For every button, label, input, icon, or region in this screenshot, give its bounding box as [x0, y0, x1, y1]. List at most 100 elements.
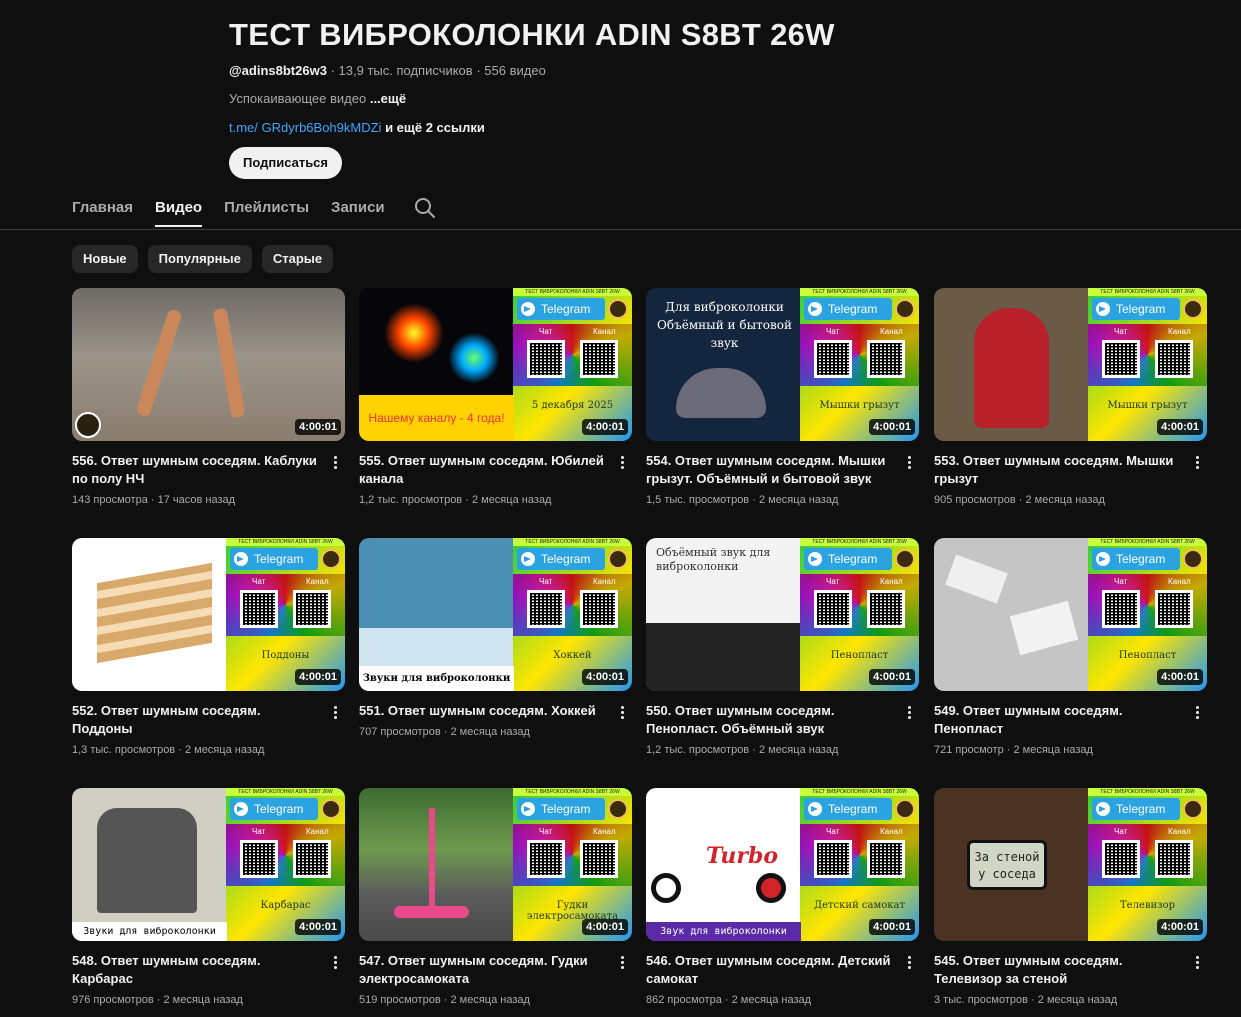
- more-actions-icon[interactable]: [614, 704, 630, 724]
- duration-badge: 4:00:01: [1157, 669, 1203, 685]
- video-title[interactable]: 551. Ответ шумным соседям. Хоккей: [359, 702, 632, 720]
- channel-logo-icon: [895, 799, 915, 819]
- video-title[interactable]: 556. Ответ шумным соседям. Каблуки по по…: [72, 452, 345, 488]
- qr-code-icon: [580, 340, 618, 378]
- video-thumbnail[interactable]: За стеной у соседа ТЕСТ ВИБРОКОЛОНКИ ADI…: [934, 788, 1207, 941]
- chip-popular[interactable]: Популярные: [147, 245, 252, 273]
- upload-age: 17 часов назад: [157, 494, 236, 506]
- video-card[interactable]: Turbo Звук для виброколонки ТЕСТ ВИБРОКО…: [646, 788, 919, 1007]
- video-title[interactable]: 546. Ответ шумным соседям. Детский самок…: [646, 952, 919, 988]
- telegram-badge: Telegram: [517, 548, 605, 570]
- sort-chips: Новые Популярные Старые: [72, 245, 343, 273]
- panel-caption: Карбарас: [260, 900, 311, 911]
- more-actions-icon[interactable]: [327, 704, 343, 724]
- video-thumbnail[interactable]: Звуки для виброколонки ТЕСТ ВИБРОКОЛОНКИ…: [72, 788, 345, 941]
- video-card[interactable]: Нашему каналу - 4 года! ТЕСТ ВИБРОКОЛОНК…: [359, 288, 632, 507]
- more-actions-icon[interactable]: [901, 704, 917, 724]
- video-title[interactable]: 549. Ответ шумным соседям. Пенопласт: [934, 702, 1207, 738]
- video-meta: 1,3 тыс. просмотров · 2 месяца назад: [72, 743, 345, 757]
- telegram-link[interactable]: t.me/ GRdyrb6Boh9kMDZi: [229, 120, 381, 135]
- search-icon[interactable]: [413, 196, 437, 220]
- qr-label-channel: Канал: [880, 327, 903, 336]
- video-card[interactable]: Звуки для виброколонки ТЕСТ ВИБРОКОЛОНКИ…: [72, 788, 345, 1007]
- view-count: 721 просмотр: [934, 744, 1004, 756]
- more-actions-icon[interactable]: [901, 954, 917, 974]
- upload-age: 2 месяца назад: [731, 994, 812, 1006]
- qr-code-icon: [240, 840, 278, 878]
- more-actions-icon[interactable]: [614, 954, 630, 974]
- qr-label-channel: Канал: [593, 327, 616, 336]
- tab-posts[interactable]: Записи: [331, 193, 385, 227]
- more-actions-icon[interactable]: [614, 454, 630, 474]
- panel-banner: ТЕСТ ВИБРОКОЛОНКИ ADIN S8BT 26W: [226, 538, 345, 546]
- video-meta: 976 просмотров · 2 месяца назад: [72, 993, 345, 1007]
- description-more-link[interactable]: ...ещё: [370, 91, 406, 106]
- tab-videos[interactable]: Видео: [155, 193, 203, 227]
- view-count: 519 просмотров: [359, 994, 441, 1006]
- more-links-button[interactable]: и ещё 2 ссылки: [385, 120, 485, 135]
- more-actions-icon[interactable]: [901, 454, 917, 474]
- more-actions-icon[interactable]: [327, 454, 343, 474]
- video-thumbnail[interactable]: ТЕСТ ВИБРОКОЛОНКИ ADIN S8BT 26W Telegram…: [934, 288, 1207, 441]
- duration-badge: 4:00:01: [869, 669, 915, 685]
- qr-label-channel: Канал: [880, 577, 903, 586]
- video-thumbnail[interactable]: Нашему каналу - 4 года! ТЕСТ ВИБРОКОЛОНК…: [359, 288, 632, 441]
- telegram-label: Telegram: [541, 302, 591, 316]
- video-thumbnail[interactable]: ТЕСТ ВИБРОКОЛОНКИ ADIN S8BT 26W Telegram…: [934, 538, 1207, 691]
- subscribe-button[interactable]: Подписаться: [229, 147, 343, 179]
- video-card[interactable]: За стеной у соседа ТЕСТ ВИБРОКОЛОНКИ ADI…: [934, 788, 1207, 1007]
- channel-page: ТЕСТ ВИБРОКОЛОНКИ ADIN S8BT 26W @adins8b…: [0, 0, 1241, 1017]
- upload-age: 2 месяца назад: [1037, 994, 1118, 1006]
- more-actions-icon[interactable]: [1189, 704, 1205, 724]
- telegram-label: Telegram: [254, 552, 304, 566]
- video-card[interactable]: 4:00:01 556. Ответ шумным соседям. Каблу…: [72, 288, 345, 507]
- chip-newest[interactable]: Новые: [72, 245, 138, 273]
- video-title[interactable]: 553. Ответ шумным соседям. Мышки грызут: [934, 452, 1207, 488]
- panel-banner: ТЕСТ ВИБРОКОЛОНКИ ADIN S8BT 26W: [1088, 788, 1207, 796]
- video-title[interactable]: 554. Ответ шумным соседям. Мышки грызут.…: [646, 452, 919, 488]
- upload-age: 2 месяца назад: [758, 494, 839, 506]
- video-thumbnail[interactable]: Turbo Звук для виброколонки ТЕСТ ВИБРОКО…: [646, 788, 919, 941]
- channel-description[interactable]: Успокаивающее видео ...ещё: [229, 90, 1129, 108]
- telegram-badge: Telegram: [517, 798, 605, 820]
- chip-oldest[interactable]: Старые: [261, 245, 334, 273]
- video-card[interactable]: ТЕСТ ВИБРОКОЛОНКИ ADIN S8BT 26W Telegram…: [934, 538, 1207, 757]
- video-thumbnail[interactable]: 4:00:01: [72, 288, 345, 441]
- channel-logo-icon: [895, 299, 915, 319]
- scooter-wheel-shape: [756, 873, 786, 903]
- more-actions-icon[interactable]: [1189, 454, 1205, 474]
- video-title[interactable]: 548. Ответ шумным соседям. Карбарас: [72, 952, 345, 988]
- panel-caption: Хоккей: [553, 650, 592, 661]
- video-thumbnail[interactable]: Для виброколонки Объёмный и бытовой звук…: [646, 288, 919, 441]
- video-title[interactable]: 547. Ответ шумным соседям. Гудки электро…: [359, 952, 632, 988]
- video-card[interactable]: Звуки для виброколонки ТЕСТ ВИБРОКОЛОНКИ…: [359, 538, 632, 739]
- video-card[interactable]: ТЕСТ ВИБРОКОЛОНКИ ADIN S8BT 26W Telegram…: [934, 288, 1207, 507]
- tab-playlists[interactable]: Плейлисты: [224, 193, 309, 227]
- video-thumbnail[interactable]: ТЕСТ ВИБРОКОЛОНКИ ADIN S8BT 26W Telegram…: [359, 788, 632, 941]
- video-thumbnail[interactable]: ТЕСТ ВИБРОКОЛОНКИ ADIN S8BT 26W Telegram…: [72, 538, 345, 691]
- video-card[interactable]: ТЕСТ ВИБРОКОЛОНКИ ADIN S8BT 26W Telegram…: [72, 538, 345, 757]
- qr-label-chat: Чат: [539, 827, 553, 836]
- meta-separator: ·: [465, 494, 469, 506]
- video-thumbnail[interactable]: Звуки для виброколонки ТЕСТ ВИБРОКОЛОНКИ…: [359, 538, 632, 691]
- more-actions-icon[interactable]: [1189, 954, 1205, 974]
- video-title[interactable]: 555. Ответ шумным соседям. Юбилей канала: [359, 452, 632, 488]
- qr-code-icon: [527, 590, 565, 628]
- video-title[interactable]: 545. Ответ шумным соседям. Телевизор за …: [934, 952, 1207, 988]
- video-card[interactable]: ТЕСТ ВИБРОКОЛОНКИ ADIN S8BT 26W Telegram…: [359, 788, 632, 1007]
- tab-home[interactable]: Главная: [72, 193, 133, 227]
- qr-label-channel: Канал: [1168, 827, 1191, 836]
- meta-separator: ·: [443, 994, 448, 1006]
- brick-shape: [945, 554, 1008, 604]
- video-thumbnail[interactable]: Объёмный звук для виброколонки ТЕСТ ВИБР…: [646, 538, 919, 691]
- video-card[interactable]: Для виброколонки Объёмный и бытовой звук…: [646, 288, 919, 507]
- video-title[interactable]: 550. Ответ шумным соседям. Пенопласт. Об…: [646, 702, 919, 738]
- qr-code-icon: [240, 590, 278, 628]
- panel-banner: ТЕСТ ВИБРОКОЛОНКИ ADIN S8BT 26W: [513, 788, 632, 796]
- video-card[interactable]: Объёмный звук для виброколонки ТЕСТ ВИБР…: [646, 538, 919, 757]
- panel-caption: Пенопласт: [830, 650, 889, 661]
- video-meta: 905 просмотров · 2 месяца назад: [934, 493, 1207, 507]
- meta-separator: ·: [1031, 994, 1035, 1006]
- video-title[interactable]: 552. Ответ шумным соседям. Поддоны: [72, 702, 345, 738]
- more-actions-icon[interactable]: [327, 954, 343, 974]
